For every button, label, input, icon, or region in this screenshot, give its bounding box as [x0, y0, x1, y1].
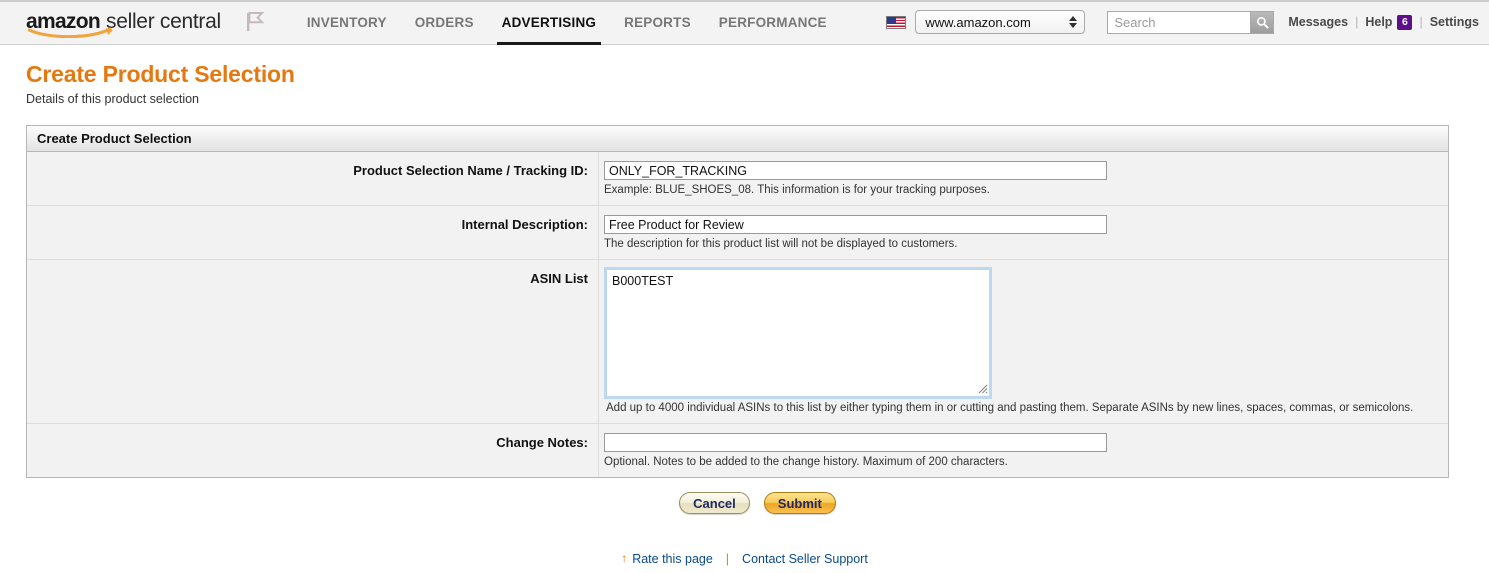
page-header: Create Product Selection Details of this… — [0, 45, 1489, 106]
tracking-id-hint: Example: BLUE_SHOES_08. This information… — [604, 184, 990, 196]
form-row-asin-list: ASIN List B000TEST Add up to 4000 indivi… — [27, 260, 1448, 424]
nav-item-inventory[interactable]: INVENTORY — [293, 0, 401, 45]
us-flag-icon — [886, 15, 907, 29]
internal-description-label: Internal Description: — [27, 206, 599, 259]
help-count-badge: 6 — [1397, 14, 1413, 30]
panel-heading-text: Create Product Selection — [37, 131, 192, 146]
flag-outline-icon[interactable] — [245, 11, 265, 33]
link-separator: | — [1355, 15, 1359, 29]
stepper-arrows-icon — [1067, 16, 1078, 28]
internal-description-hint: The description for this product list wi… — [604, 238, 958, 250]
nav-item-advertising[interactable]: ADVERTISING — [488, 0, 610, 45]
nav-label: ORDERS — [414, 14, 474, 30]
nav-label: REPORTS — [624, 14, 691, 30]
page-footer: ↑ Rate this page | Contact Seller Suppor… — [0, 551, 1489, 566]
change-notes-hint: Optional. Notes to be added to the chang… — [604, 456, 1008, 468]
asin-list-control: B000TEST Add up to 4000 individual ASINs… — [599, 260, 1448, 423]
contact-seller-support-link[interactable]: Contact Seller Support — [742, 552, 868, 566]
nav-item-reports[interactable]: REPORTS — [610, 0, 705, 45]
create-product-selection-panel: Create Product Selection Product Selecti… — [26, 125, 1449, 478]
nav-item-orders[interactable]: ORDERS — [401, 0, 488, 45]
link-separator: | — [1419, 15, 1423, 29]
change-notes-control: Optional. Notes to be added to the chang… — [599, 424, 1448, 477]
form-row-change-notes: Change Notes: Optional. Notes to be adde… — [27, 424, 1448, 477]
footer-separator: | — [725, 552, 730, 566]
nav-label: INVENTORY — [306, 14, 387, 30]
rate-this-page-link[interactable]: Rate this page — [632, 552, 713, 566]
change-notes-label: Change Notes: — [27, 424, 599, 477]
header-right-cluster: www.amazon.com Messages | Help 6 | Setti… — [886, 10, 1479, 34]
asin-list-label: ASIN List — [27, 260, 599, 423]
asin-list-textarea[interactable]: B000TEST — [604, 267, 992, 399]
tracking-id-control: Example: BLUE_SHOES_08. This information… — [599, 152, 1448, 205]
change-notes-input[interactable] — [604, 433, 1107, 452]
page-title: Create Product Selection — [26, 61, 295, 87]
form-row-tracking-id: Product Selection Name / Tracking ID: Ex… — [27, 152, 1448, 206]
asin-textarea-wrapper: B000TEST — [604, 267, 992, 399]
settings-link[interactable]: Settings — [1430, 15, 1479, 29]
tracking-id-input[interactable] — [604, 161, 1107, 180]
up-arrow-icon: ↑ — [621, 551, 628, 565]
search-input[interactable] — [1108, 11, 1251, 33]
marketplace-select[interactable]: www.amazon.com — [915, 10, 1086, 34]
messages-link[interactable]: Messages — [1288, 15, 1348, 29]
internal-description-input[interactable] — [604, 215, 1107, 234]
cancel-button[interactable]: Cancel — [679, 492, 750, 514]
panel-heading: Create Product Selection — [27, 126, 1448, 152]
nav-label: ADVERTISING — [501, 14, 597, 30]
header-utility-links: Messages | Help 6 | Settings — [1288, 14, 1479, 30]
form-action-bar: Cancel Submit — [0, 492, 1489, 514]
internal-description-control: The description for this product list wi… — [599, 206, 1448, 259]
top-header-bar: amazon seller central INVENTORY ORDERS A… — [0, 0, 1489, 45]
form-row-internal-description: Internal Description: The description fo… — [27, 206, 1448, 260]
tracking-id-label: Product Selection Name / Tracking ID: — [27, 152, 599, 205]
main-navigation: INVENTORY ORDERS ADVERTISING REPORTS PER… — [293, 0, 841, 45]
submit-button[interactable]: Submit — [763, 492, 836, 514]
logo-product-text: seller central — [106, 9, 221, 33]
nav-label: PERFORMANCE — [718, 14, 827, 30]
amazon-smile-icon — [28, 27, 114, 38]
search-icon[interactable] — [1250, 11, 1274, 33]
page-subtitle: Details of this product selection — [26, 92, 200, 106]
marketplace-selected-value: www.amazon.com — [925, 14, 1031, 30]
nav-item-performance[interactable]: PERFORMANCE — [705, 0, 841, 45]
help-link[interactable]: Help — [1365, 15, 1392, 29]
search-box[interactable] — [1107, 10, 1275, 34]
amazon-seller-central-logo[interactable]: amazon seller central — [26, 9, 221, 38]
asin-list-hint: Add up to 4000 individual ASINs to this … — [606, 402, 1414, 414]
